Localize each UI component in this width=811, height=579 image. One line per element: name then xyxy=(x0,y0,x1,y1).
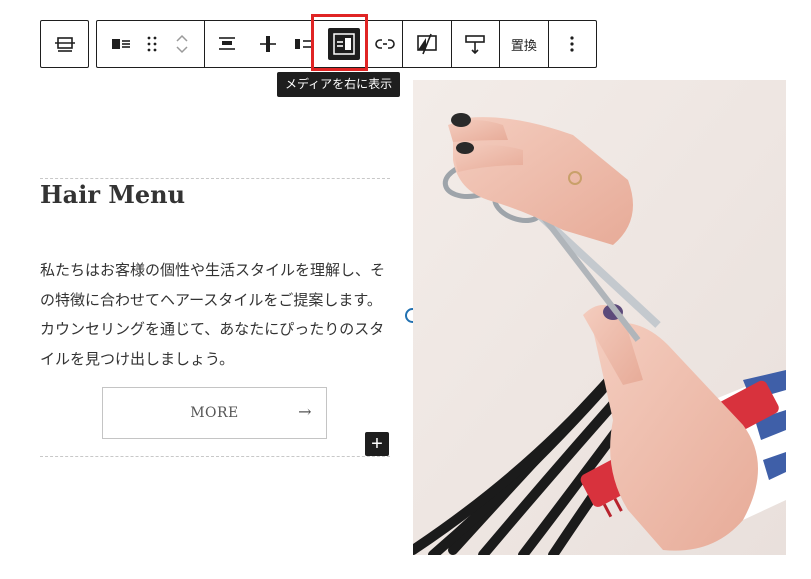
body-paragraph[interactable]: 私たちはお客様の個性や生活スタイルを理解し、その特徴に合わせてヘアースタイルをご… xyxy=(40,256,388,374)
media-right-icon xyxy=(333,33,355,55)
align-center-button[interactable] xyxy=(250,21,286,67)
hair-cutting-image xyxy=(413,80,786,555)
align-center-icon xyxy=(259,36,276,52)
move-down-icon[interactable] xyxy=(174,44,190,56)
more-options-button[interactable] xyxy=(549,21,596,67)
height-button[interactable] xyxy=(452,21,499,67)
divider-top xyxy=(40,178,390,179)
more-button-label: MORE xyxy=(190,405,239,421)
more-options-icon xyxy=(570,36,574,52)
media-text-button[interactable] xyxy=(97,21,144,67)
link-icon xyxy=(374,39,395,49)
divider-bottom xyxy=(40,456,390,457)
arrow-right-icon: → xyxy=(298,402,312,421)
drag-handle-button[interactable] xyxy=(144,21,160,67)
plus-icon: + xyxy=(371,433,383,455)
more-button[interactable]: MORE → xyxy=(102,387,327,439)
align-bottom-button[interactable] xyxy=(286,21,322,67)
align-top-icon xyxy=(219,37,236,50)
media-text-icon xyxy=(111,39,130,49)
block-type-button[interactable] xyxy=(41,21,88,67)
add-block-button[interactable]: + xyxy=(365,432,389,456)
align-bottom-icon xyxy=(294,39,313,49)
align-top-button[interactable] xyxy=(205,21,250,67)
media-right-active-box xyxy=(328,28,361,60)
drag-handle-icon xyxy=(147,36,157,52)
crop-button[interactable] xyxy=(403,21,450,67)
hair-cutting-photo[interactable] xyxy=(413,80,786,555)
replace-button-label: 置換 xyxy=(510,38,537,54)
move-buttons xyxy=(160,21,203,67)
tooltip: メディアを右に表示 xyxy=(277,72,401,97)
media-right-button[interactable] xyxy=(321,21,366,67)
height-icon xyxy=(465,35,486,55)
move-up-icon[interactable] xyxy=(174,32,190,44)
block-type-icon xyxy=(54,37,75,52)
replace-button[interactable]: 置換 xyxy=(500,21,547,67)
crop-icon xyxy=(417,33,437,55)
page-heading[interactable]: Hair Menu xyxy=(40,180,185,209)
toolbar-main-group: 置換 xyxy=(96,20,597,68)
link-button[interactable] xyxy=(367,21,403,67)
toolbar-block-type-group xyxy=(40,20,89,68)
